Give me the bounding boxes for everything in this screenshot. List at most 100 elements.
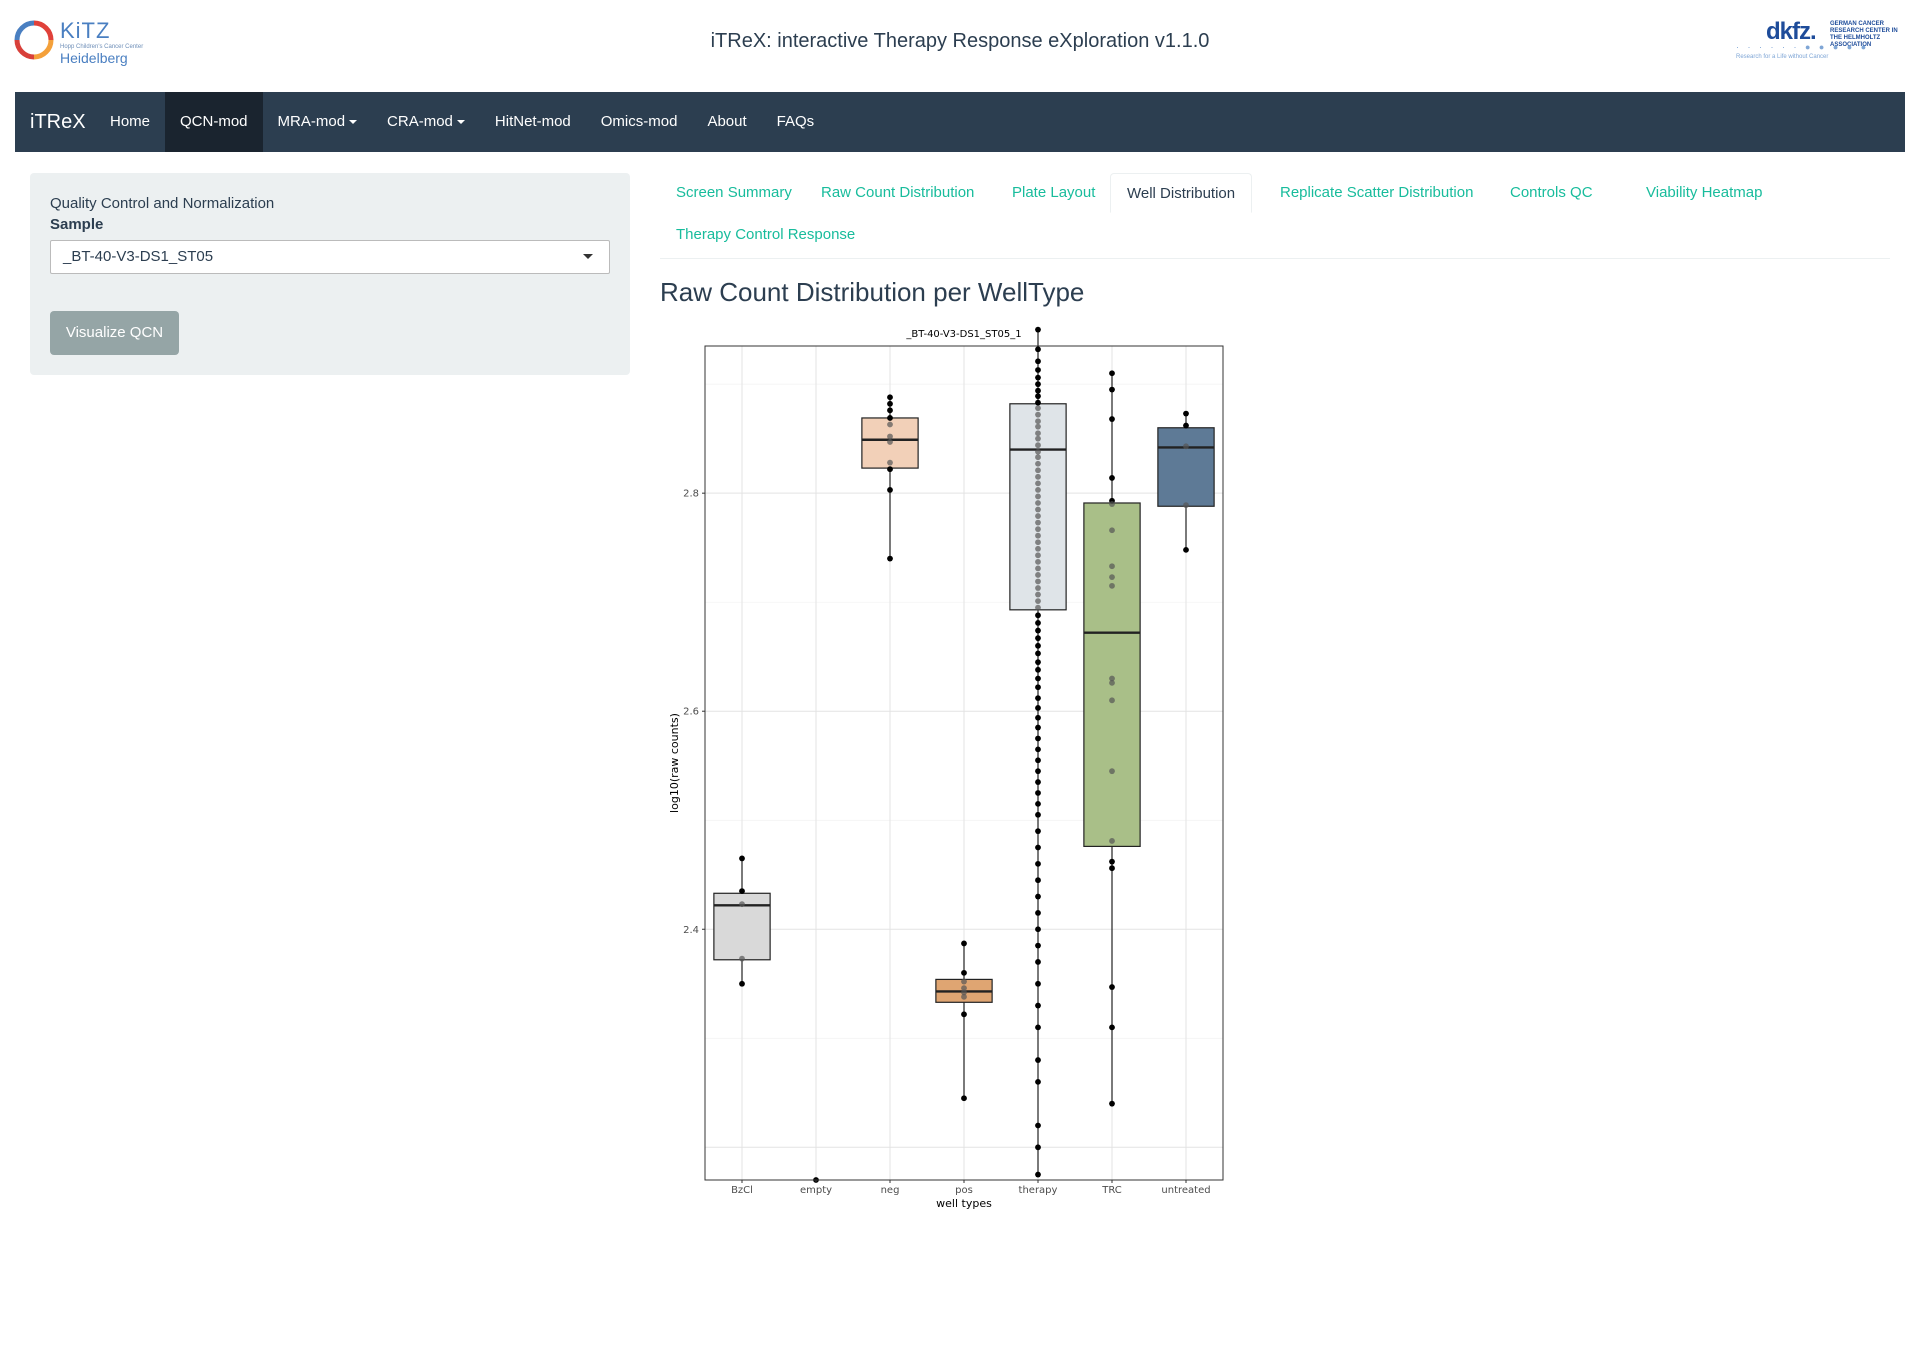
data-point xyxy=(887,415,893,421)
data-point xyxy=(739,901,745,908)
data-point xyxy=(1035,1078,1041,1085)
x-tick-label: empty xyxy=(800,1185,832,1196)
x-tick-label: BzCl xyxy=(731,1185,753,1196)
nav-item-label: About xyxy=(707,113,747,130)
dkfz-dots-icon: · · · · · · ● ● ● ● ● xyxy=(1736,42,1870,52)
navbar-items: Home QCN-mod MRA-mod CRA-mod HitNet-mod Omics… xyxy=(95,92,829,152)
data-point xyxy=(887,439,893,445)
data-point xyxy=(1035,666,1041,673)
data-point xyxy=(1035,757,1041,764)
data-point xyxy=(1109,1100,1115,1107)
tab-therapy-control-response[interactable]: Therapy Control Response xyxy=(660,215,871,255)
data-point xyxy=(887,433,893,440)
data-point xyxy=(961,978,967,985)
data-point xyxy=(887,487,893,493)
data-point xyxy=(1035,620,1041,626)
data-point xyxy=(1035,768,1041,775)
tab-controls-qc[interactable]: Controls QC xyxy=(1494,173,1609,213)
data-point xyxy=(1035,877,1041,884)
data-point xyxy=(1035,532,1041,539)
data-point xyxy=(1035,705,1041,711)
y-tick-label: 2.6 xyxy=(683,707,699,718)
data-point xyxy=(1035,811,1041,818)
data-point xyxy=(1109,475,1115,481)
data-point xyxy=(1183,410,1189,417)
nav-item-qcn-mod[interactable]: QCN-mod xyxy=(165,92,263,152)
chart-title: _BT-40-V3-DS1_ST05_1 xyxy=(905,329,1021,340)
data-point xyxy=(1035,539,1041,546)
data-point xyxy=(1035,358,1041,365)
data-point xyxy=(1035,1024,1041,1031)
x-tick-label: TRC xyxy=(1101,1185,1122,1196)
data-point xyxy=(1035,828,1041,835)
well-distribution-chart: _BT-40-V3-DS1_ST05_1 2.4 2.6 2.8 BzCl empty ne… xyxy=(660,320,1240,1220)
tab-plate-layout[interactable]: Plate Layout xyxy=(996,173,1111,213)
data-point xyxy=(1035,346,1041,353)
chevron-down-icon xyxy=(583,254,593,259)
data-point xyxy=(1035,926,1041,933)
nav-item-omics-mod[interactable]: Omics-mod xyxy=(586,92,693,152)
nav-item-label: HitNet-mod xyxy=(494,113,571,130)
data-point xyxy=(1035,506,1041,513)
y-tick-label: 2.4 xyxy=(683,925,699,936)
data-point xyxy=(1035,480,1041,487)
navbar-brand[interactable]: iTReX xyxy=(30,92,86,152)
x-axis-label: well types xyxy=(936,1197,992,1210)
data-point xyxy=(887,459,893,466)
data-point xyxy=(1035,1144,1041,1151)
data-point xyxy=(1035,746,1041,753)
data-point xyxy=(739,855,745,862)
data-point xyxy=(961,1011,967,1018)
data-point xyxy=(1035,910,1041,916)
nav-item-home[interactable]: Home xyxy=(95,92,165,152)
sidebar-heading: Quality Control and Normalization xyxy=(50,195,275,212)
tab-screen-summary[interactable]: Screen Summary xyxy=(660,173,808,213)
data-point xyxy=(1035,724,1041,731)
data-point xyxy=(1035,367,1041,373)
data-point xyxy=(1035,387,1041,394)
data-point xyxy=(1035,545,1041,552)
data-point xyxy=(1035,800,1041,807)
data-point xyxy=(1035,844,1041,851)
data-point xyxy=(1035,405,1041,412)
data-point xyxy=(1035,381,1041,388)
data-point xyxy=(739,980,745,987)
data-point xyxy=(1035,399,1041,406)
main-navbar: iTReX Home QCN-mod MRA-mod CRA-mod HitNet-mo… xyxy=(15,92,1905,152)
data-point xyxy=(1035,604,1041,611)
nav-item-about[interactable]: About xyxy=(692,92,761,152)
nav-item-faqs[interactable]: FAQs xyxy=(762,92,830,152)
data-point xyxy=(1035,650,1041,657)
nav-item-hitnet-mod[interactable]: HitNet-mod xyxy=(480,92,586,152)
data-point xyxy=(887,466,893,473)
data-point xyxy=(1035,473,1041,480)
data-point xyxy=(1109,370,1115,377)
dkfz-logo[interactable]: dkfz. GERMAN CANCER RESEARCH CENTER IN T… xyxy=(1736,18,1906,66)
data-point xyxy=(1035,642,1041,649)
data-point xyxy=(1109,416,1115,422)
data-point xyxy=(887,407,893,414)
sample-select[interactable]: _BT-40-V3-DS1_ST05 xyxy=(50,240,610,274)
nav-item-cra-mod[interactable]: CRA-mod xyxy=(372,92,480,152)
caret-down-icon xyxy=(349,120,358,125)
data-point xyxy=(1183,502,1189,509)
tab-well-distribution[interactable]: Well Distribution xyxy=(1110,173,1253,213)
tab-replicate-scatter-distribution[interactable]: Replicate Scatter Distribution xyxy=(1264,173,1489,213)
tab-raw-count-distribution[interactable]: Raw Count Distribution xyxy=(805,173,990,213)
box-iqr xyxy=(1083,502,1141,848)
data-point xyxy=(1109,527,1115,534)
data-point xyxy=(1183,422,1189,429)
data-point xyxy=(1035,1002,1041,1009)
nav-item-label: Omics-mod xyxy=(600,113,678,130)
x-tick-label: therapy xyxy=(1019,1185,1058,1196)
data-point xyxy=(1035,526,1041,533)
data-point xyxy=(1035,1057,1041,1063)
data-point xyxy=(1183,546,1189,553)
tab-viability-heatmap[interactable]: Viability Heatmap xyxy=(1630,173,1778,213)
data-point xyxy=(1035,565,1041,572)
dkfz-logo-tagline: Research for a Life without Cancer xyxy=(1736,54,1829,60)
visualize-qcn-button[interactable]: Visualize QCN xyxy=(50,311,179,355)
data-point xyxy=(1035,779,1041,785)
data-point xyxy=(1109,679,1115,686)
nav-item-mra-mod[interactable]: MRA-mod xyxy=(263,92,373,152)
